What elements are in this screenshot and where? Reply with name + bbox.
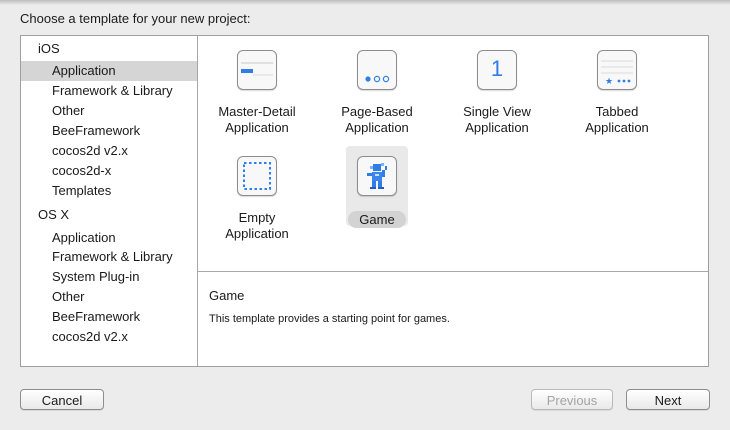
dialog-heading: Choose a template for your new project: xyxy=(20,11,251,26)
sidebar-item-ios-cocos2d-x[interactable]: cocos2d-x xyxy=(21,161,197,181)
template-label: Tabbed Application xyxy=(585,104,649,135)
sidebar-item-ios-beeframework[interactable]: BeeFramework xyxy=(21,121,197,141)
next-button[interactable]: Next xyxy=(626,389,710,410)
window-top-shadow xyxy=(0,0,730,5)
tabbed-icon: ★ xyxy=(597,50,637,90)
template-master-detail[interactable]: Master-Detail Application xyxy=(202,36,312,146)
single-view-icon: 1 xyxy=(477,50,517,90)
empty-icon xyxy=(237,156,277,196)
master-detail-icon xyxy=(237,50,277,90)
template-description: Game This template provides a starting p… xyxy=(198,272,708,366)
svg-text:★: ★ xyxy=(605,77,613,87)
template-single-view[interactable]: 1 Single View Application xyxy=(442,36,552,146)
sidebar-item-ios-templates[interactable]: Templates xyxy=(21,181,197,201)
template-label: Single View Application xyxy=(463,104,531,135)
template-grid: Master-Detail Application Page-Based App… xyxy=(198,36,708,272)
sidebar-item-osx-beeframework[interactable]: BeeFramework xyxy=(21,307,197,327)
sidebar-item-osx-other[interactable]: Other xyxy=(21,287,197,307)
previous-button[interactable]: Previous xyxy=(531,389,613,410)
template-label-selected: Game xyxy=(348,211,406,228)
sidebar-section-osx: OS X xyxy=(38,207,70,222)
sidebar-item-ios-cocos2d-v2[interactable]: cocos2d v2.x xyxy=(21,141,197,161)
sidebar-item-ios-application[interactable]: Application xyxy=(21,61,197,81)
description-title: Game xyxy=(209,288,245,303)
template-chooser: iOS Application Framework & Library Othe… xyxy=(20,35,709,367)
single-view-glyph: 1 xyxy=(490,56,504,81)
category-sidebar: iOS Application Framework & Library Othe… xyxy=(21,36,198,366)
game-icon xyxy=(357,156,397,196)
template-label: Master-Detail Application xyxy=(218,104,296,135)
sidebar-item-osx-framework-library[interactable]: Framework & Library xyxy=(21,247,197,267)
template-label: Empty Application xyxy=(225,210,289,241)
sidebar-item-osx-application[interactable]: Application xyxy=(21,228,197,248)
sidebar-item-ios-framework-library[interactable]: Framework & Library xyxy=(21,81,197,101)
sidebar-item-osx-system-plugin[interactable]: System Plug-in xyxy=(21,267,197,287)
template-empty[interactable]: Empty Application xyxy=(202,142,312,252)
sidebar-item-ios-other[interactable]: Other xyxy=(21,101,197,121)
template-page-based[interactable]: Page-Based Application xyxy=(322,36,432,146)
sidebar-section-ios: iOS xyxy=(38,41,60,56)
page-based-icon xyxy=(357,50,397,90)
template-tabbed[interactable]: ★ Tabbed Application xyxy=(562,36,672,146)
description-text: This template provides a starting point … xyxy=(209,313,450,325)
template-label: Page-Based Application xyxy=(341,104,413,135)
cancel-button[interactable]: Cancel xyxy=(20,389,104,410)
template-game[interactable] xyxy=(322,142,432,252)
sidebar-item-osx-cocos2d-v2[interactable]: cocos2d v2.x xyxy=(21,327,197,347)
